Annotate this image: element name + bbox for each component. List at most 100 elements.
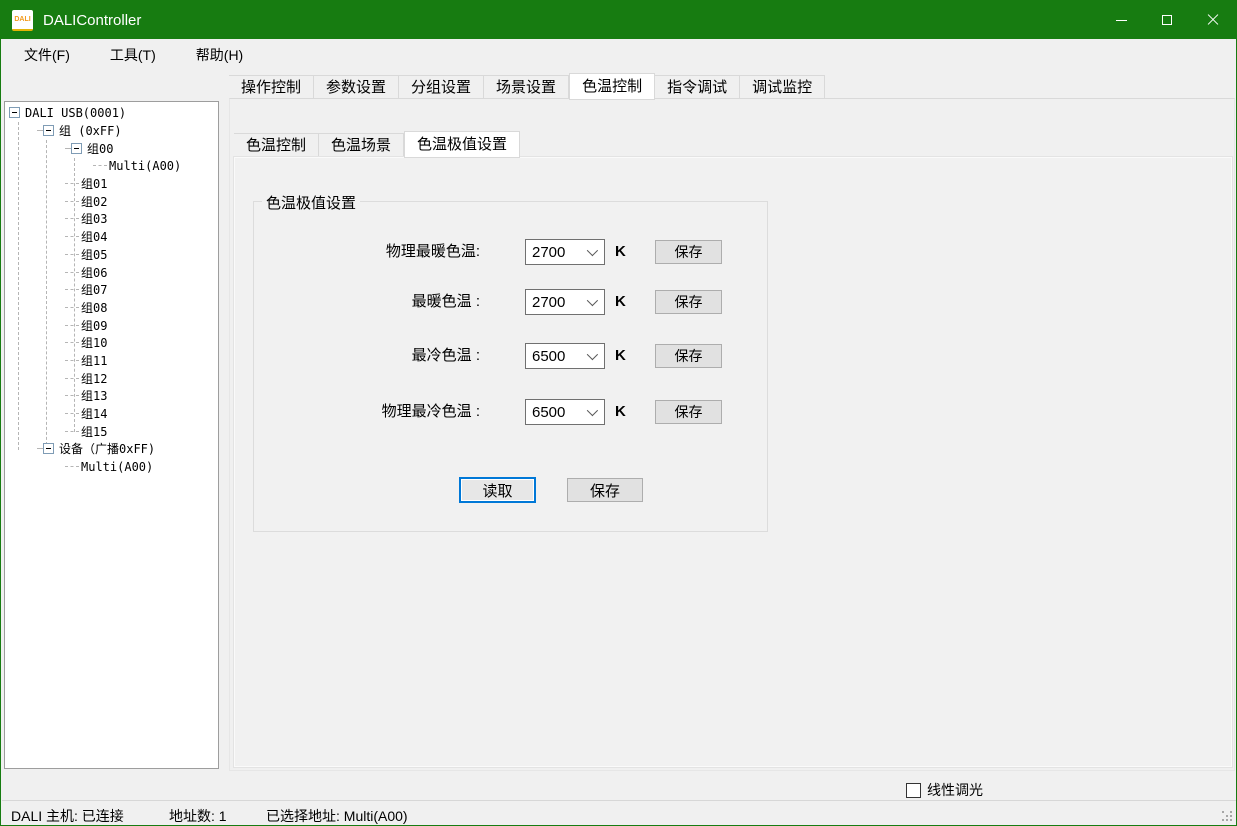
menu-item[interactable]: 文件(F) (10, 41, 84, 69)
window-title: DALIController (43, 12, 1098, 29)
tree-expander-icon[interactable] (9, 107, 20, 118)
tree-node[interactable]: 组08 (5, 299, 218, 317)
tree-node[interactable]: 组12 (5, 369, 218, 387)
cct-limit-row: 最暖色温 : 2700 K 保存 (254, 289, 767, 315)
minimize-button[interactable] (1098, 1, 1144, 39)
status-address-count: 地址数: 1 (169, 806, 227, 826)
menu-item[interactable]: 帮助(H) (182, 41, 257, 69)
linear-dimming-option[interactable]: 线性调光 (906, 780, 983, 800)
tree-node[interactable]: 组11 (5, 352, 218, 370)
sub-tab-strip: 色温控制色温场景色温极值设置 (234, 131, 520, 157)
close-icon (1207, 14, 1219, 26)
status-selected-address: 已选择地址: Multi(A00) (266, 806, 408, 826)
tree-node[interactable]: 设备（广播0xFF) (5, 440, 218, 458)
cct-limit-row: 最冷色温 : 6500 K 保存 (254, 343, 767, 369)
tree-node-label: 组04 (79, 228, 107, 245)
row-save-button[interactable]: 保存 (655, 240, 722, 264)
tree-node[interactable]: DALI USB(0001) (5, 104, 218, 122)
linear-dimming-checkbox[interactable] (906, 783, 921, 798)
tree-node[interactable]: 组01 (5, 175, 218, 193)
tree-node[interactable]: 组02 (5, 192, 218, 210)
main-tab[interactable]: 场景设置 (484, 75, 569, 99)
tree-node[interactable]: 组15 (5, 422, 218, 440)
chevron-down-icon[interactable] (587, 349, 598, 360)
groupbox-title: 色温极值设置 (262, 192, 360, 213)
tree-node-label: 组03 (79, 210, 107, 227)
sub-tab[interactable]: 色温场景 (319, 133, 404, 157)
device-tree[interactable]: DALI USB(0001) 组 (0xFF) 组00 Multi(A00) (4, 101, 219, 769)
row-save-button[interactable]: 保存 (655, 290, 722, 314)
maximize-button[interactable] (1144, 1, 1190, 39)
tree-node[interactable]: 组13 (5, 387, 218, 405)
tree-expander-icon[interactable] (43, 443, 54, 454)
tree-node-label: 组11 (79, 352, 107, 369)
main-tab[interactable]: 色温控制 (569, 73, 655, 100)
tree-node-label: 组10 (79, 334, 107, 351)
tree-node-label: 组06 (79, 264, 107, 281)
tree-stub (65, 325, 79, 326)
tree-node[interactable]: Multi(A00) (5, 157, 218, 175)
tree-stub (65, 236, 79, 237)
tree-stub (65, 289, 79, 290)
sub-tab[interactable]: 色温极值设置 (404, 131, 520, 158)
main-tab[interactable]: 参数设置 (314, 75, 399, 99)
tree-node-label: 组01 (79, 175, 107, 192)
tree-node-label: 组15 (79, 423, 107, 440)
tree-node[interactable]: 组 (0xFF) (5, 122, 218, 140)
main-tab[interactable]: 操作控制 (229, 75, 314, 99)
sub-tab[interactable]: 色温控制 (234, 133, 319, 157)
tree-node[interactable]: 组09 (5, 316, 218, 334)
cct-value-dropdown[interactable]: 2700 (525, 289, 605, 315)
dropdown-value: 6500 (526, 404, 587, 421)
checkbox-label: 线性调光 (927, 780, 983, 800)
main-tab[interactable]: 指令调试 (655, 75, 740, 99)
row-label: 物理最冷色温 : (264, 399, 480, 425)
sub-tab-page: 色温极值设置 物理最暖色温: 2700 K 保存 (233, 156, 1233, 768)
tree-node[interactable]: 组07 (5, 281, 218, 299)
cct-value-dropdown[interactable]: 6500 (525, 399, 605, 425)
main-tab[interactable]: 分组设置 (399, 75, 484, 99)
save-button[interactable]: 保存 (567, 478, 643, 502)
chevron-down-icon[interactable] (587, 245, 598, 256)
close-button[interactable] (1190, 1, 1236, 39)
chevron-down-icon[interactable] (587, 295, 598, 306)
unit-label: K (615, 399, 626, 425)
cct-value-dropdown[interactable]: 2700 (525, 239, 605, 265)
tree-stub (65, 413, 79, 414)
tree-stub (65, 201, 79, 202)
unit-label: K (615, 239, 626, 265)
tree-stub (65, 183, 79, 184)
row-save-button[interactable]: 保存 (655, 400, 722, 424)
tree-stub (65, 307, 79, 308)
main-tab-strip: 操作控制参数设置分组设置场景设置色温控制指令调试调试监控 (229, 74, 825, 99)
tree-node-label: 组 (0xFF) (57, 122, 122, 139)
tree-node[interactable]: 组14 (5, 405, 218, 423)
tree-node[interactable]: Multi(A00) (5, 458, 218, 476)
tree-node[interactable]: 组10 (5, 334, 218, 352)
tree-node[interactable]: 组04 (5, 228, 218, 246)
tree-node[interactable]: 组00 (5, 139, 218, 157)
resize-grip[interactable] (1222, 811, 1232, 821)
tree-node-label: 组12 (79, 370, 107, 387)
main-tab[interactable]: 调试监控 (740, 75, 825, 99)
tree-expander-icon[interactable] (71, 143, 82, 154)
tree-node[interactable]: 组05 (5, 246, 218, 264)
tree-stub (65, 395, 79, 396)
tree-node[interactable]: 组06 (5, 263, 218, 281)
chevron-down-icon[interactable] (587, 405, 598, 416)
read-button[interactable]: 读取 (459, 477, 536, 503)
maximize-icon (1162, 15, 1172, 25)
status-host: DALI 主机: 已连接 (11, 806, 124, 826)
menu-item[interactable]: 工具(T) (96, 41, 170, 69)
tree-node[interactable]: 组03 (5, 210, 218, 228)
row-save-button[interactable]: 保存 (655, 344, 722, 368)
tree-node-label: 组07 (79, 281, 107, 298)
tree-expander-icon[interactable] (43, 125, 54, 136)
cct-limits-groupbox: 色温极值设置 物理最暖色温: 2700 K 保存 (253, 201, 768, 532)
tree-connector-line (74, 158, 75, 432)
unit-label: K (615, 289, 626, 315)
minimize-icon (1116, 20, 1127, 21)
title-bar[interactable]: DALI DALIController (1, 1, 1236, 39)
cct-value-dropdown[interactable]: 6500 (525, 343, 605, 369)
row-label: 物理最暖色温: (264, 239, 480, 265)
